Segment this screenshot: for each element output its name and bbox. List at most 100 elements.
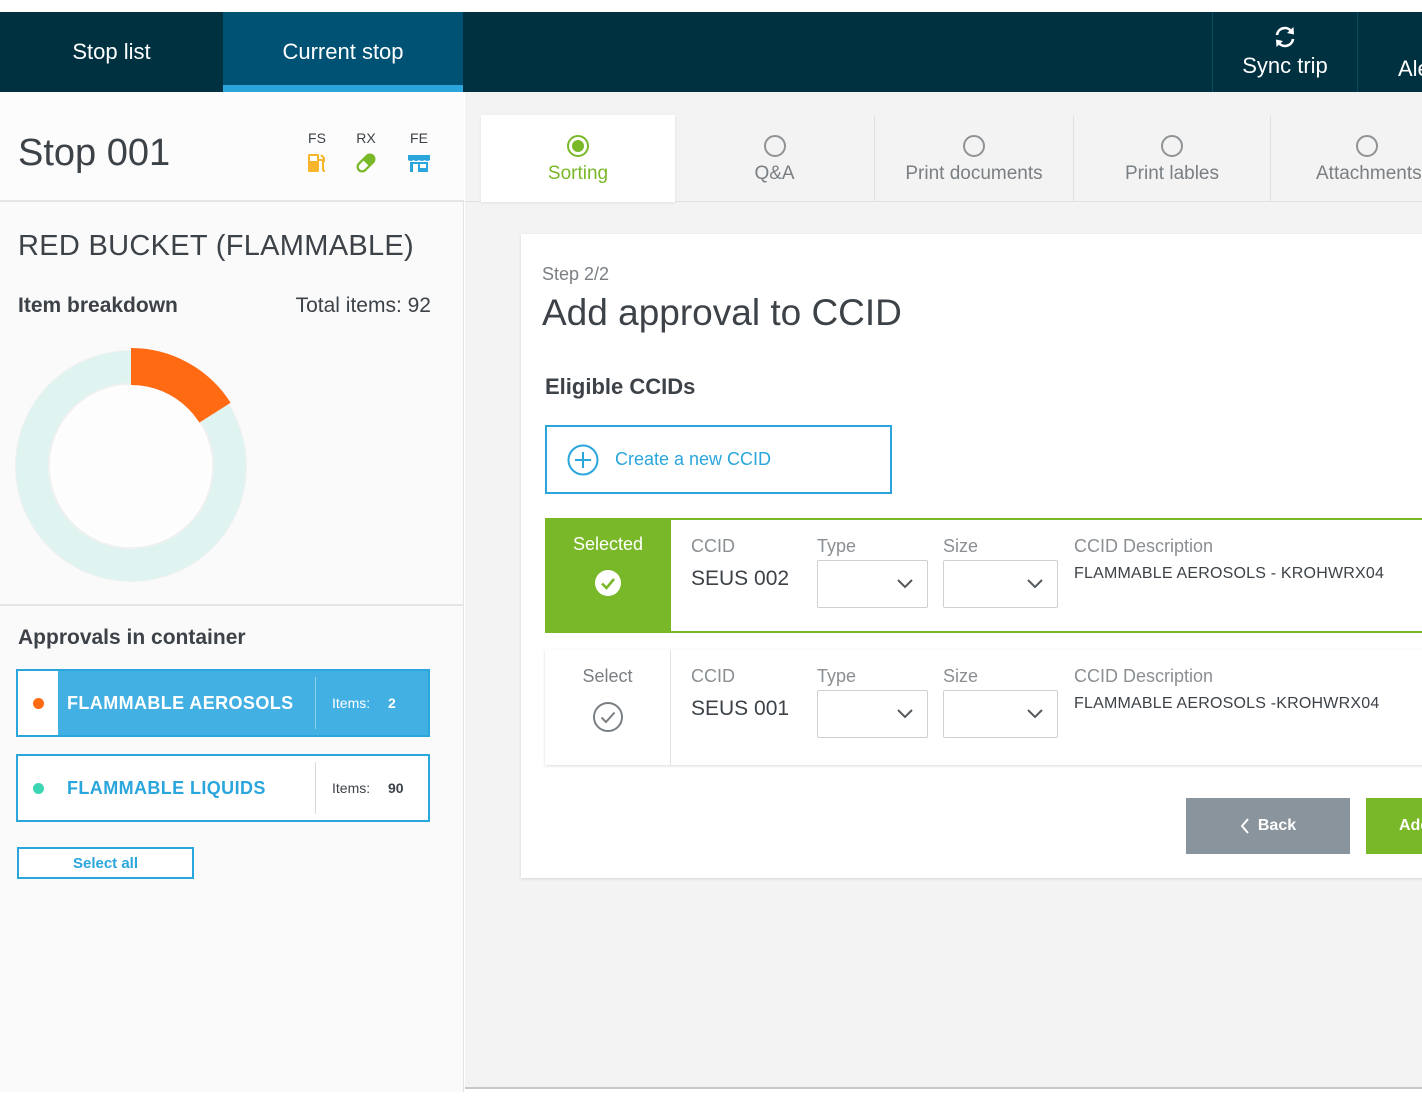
select-all-button[interactable]: Select all [17, 847, 194, 879]
ccid-row: Selected CCID SEUS 002 Type Size CCID De… [545, 518, 1422, 633]
ccid-select-toggle[interactable]: Select [545, 650, 671, 765]
step-tab-label: Attachments [1316, 163, 1422, 184]
ccid-field: CCID SEUS 002 [691, 536, 789, 591]
step-tab-print-lables[interactable]: Print lables [1074, 115, 1270, 202]
chevron-down-icon [1027, 709, 1043, 719]
stop-detail-panel: Stop 001 FS RX FE RED BUCKET (FLAMMABLE)… [0, 92, 464, 1092]
step-tab-sorting[interactable]: Sorting [481, 115, 675, 202]
type-column-label: Type [817, 536, 857, 556]
chevron-down-icon [897, 709, 913, 719]
tab-current-stop[interactable]: Current stop [223, 12, 463, 92]
alerts-label: Ale [1398, 56, 1422, 81]
step-radio-icon [1356, 135, 1378, 157]
step-radio-icon [567, 135, 589, 157]
approvals-title: Approvals in container [18, 626, 246, 649]
step-tabs: Sorting Q&A Print documents Print lables… [465, 92, 1422, 202]
create-ccid-label: Create a new CCID [615, 449, 772, 469]
tab-current-stop-label: Current stop [282, 39, 404, 64]
approval-dot-cell [18, 671, 58, 735]
ccid-column-label: CCID [691, 536, 735, 556]
back-button[interactable]: Back [1186, 798, 1350, 854]
size-select[interactable] [943, 690, 1058, 738]
approval-color-dot [32, 697, 44, 709]
approval-color-dot [32, 782, 44, 794]
badge-fe-code: FE [410, 130, 428, 146]
ccid-value: SEUS 002 [691, 567, 790, 590]
ccid-description: FLAMMABLE AEROSOLS -KROHWRX04 [1074, 695, 1380, 712]
ccid-field: CCID SEUS 001 [691, 666, 789, 721]
ccid-row: Select CCID SEUS 001 Type Size CCID Desc… [545, 650, 1422, 765]
eligible-ccids-heading: Eligible CCIDs [545, 374, 696, 399]
add-button[interactable]: Add [1366, 798, 1422, 854]
tab-stop-list[interactable]: Stop list [0, 12, 223, 92]
ccid-value: SEUS 001 [691, 697, 790, 720]
step-tab-label: Print lables [1125, 163, 1219, 184]
step-tab-label: Q&A [754, 163, 795, 184]
approval-items-label: Items: [332, 780, 371, 796]
size-select[interactable] [943, 560, 1058, 608]
size-field: Size [943, 536, 1058, 608]
description-column-label: CCID Description [1074, 666, 1214, 686]
storefront-icon [408, 155, 430, 172]
add-approval-card: Step 2/2 Add approval to CCID Eligible C… [521, 234, 1422, 878]
check-circle-outline-icon [592, 702, 623, 732]
badge-fe: FE [399, 130, 439, 174]
sync-trip-label: Sync trip [1242, 53, 1328, 78]
stop-header: Stop 001 FS RX FE [0, 92, 464, 202]
ccid-select-toggle[interactable]: Selected [545, 518, 671, 633]
back-button-label: Back [1257, 817, 1297, 834]
step-indicator: Step 2/2 [542, 264, 610, 284]
type-select[interactable] [817, 560, 928, 608]
chevron-down-icon [897, 579, 913, 589]
item-breakdown-label: Item breakdown [18, 294, 178, 317]
alerts-button[interactable]: Ale [1357, 12, 1422, 92]
step-tab-label: Sorting [547, 163, 609, 184]
create-ccid-button[interactable]: Create a new CCID [545, 425, 892, 494]
sync-trip-button[interactable]: Sync trip [1212, 12, 1357, 92]
add-button-label: Add [1399, 817, 1422, 834]
step-radio-icon [1161, 135, 1183, 157]
container-name: RED BUCKET (FLAMMABLE) [18, 230, 415, 262]
ccid-description: FLAMMABLE AEROSOLS - KROHWRX04 [1074, 565, 1385, 582]
type-field: Type [817, 666, 928, 738]
step-tab-qa[interactable]: Q&A [675, 115, 874, 202]
top-navigation-bar: Stop list Current stop Sync trip Ale [0, 12, 1422, 92]
stop-title: Stop 001 [18, 132, 171, 174]
panel-divider [0, 604, 464, 606]
description-field: CCID Description FLAMMABLE AEROSOLS -KRO… [1074, 666, 1379, 713]
plus-circle-icon [567, 444, 599, 475]
step-tab-attachments[interactable]: Attachments [1271, 115, 1422, 202]
type-column-label: Type [817, 666, 857, 686]
check-circle-icon [595, 570, 621, 596]
tab-stop-list-label: Stop list [72, 39, 151, 64]
approval-name: FLAMMABLE LIQUIDS [67, 777, 266, 798]
approval-items-count: 2 [388, 695, 396, 711]
ccid-select-label: Select [582, 666, 633, 686]
workflow-area: Sorting Q&A Print documents Print lables… [465, 92, 1422, 1089]
description-field: CCID Description FLAMMABLE AEROSOLS - KR… [1074, 536, 1384, 583]
chevron-down-icon [1027, 579, 1043, 589]
badge-fs-code: FS [308, 130, 326, 146]
size-field: Size [943, 666, 1058, 738]
fuel-pump-icon [308, 154, 326, 172]
badge-rx: RX [346, 130, 386, 174]
badge-fs: FS [297, 130, 337, 174]
size-column-label: Size [943, 536, 979, 556]
step-tab-print-documents[interactable]: Print documents [875, 115, 1073, 202]
size-column-label: Size [943, 666, 979, 686]
ccid-column-label: CCID [691, 666, 735, 686]
approval-item-flammable-liquids[interactable]: FLAMMABLE LIQUIDS Items: 90 [16, 754, 430, 822]
step-tab-label: Print documents [905, 163, 1043, 184]
step-radio-icon [763, 135, 786, 157]
badge-rx-code: RX [356, 130, 376, 146]
step-radio-icon [963, 135, 985, 157]
approval-items-count: 90 [388, 780, 404, 796]
type-field: Type [817, 536, 928, 608]
approval-item-flammable-aerosols[interactable]: FLAMMABLE AEROSOLS Items: 2 [16, 669, 430, 737]
type-select[interactable] [817, 690, 928, 738]
chevron-left-icon [1240, 818, 1249, 834]
ccid-select-label: Selected [572, 534, 644, 554]
approval-items-label: Items: [332, 695, 371, 711]
approval-dot-cell [18, 756, 58, 820]
pill-icon [356, 153, 376, 173]
